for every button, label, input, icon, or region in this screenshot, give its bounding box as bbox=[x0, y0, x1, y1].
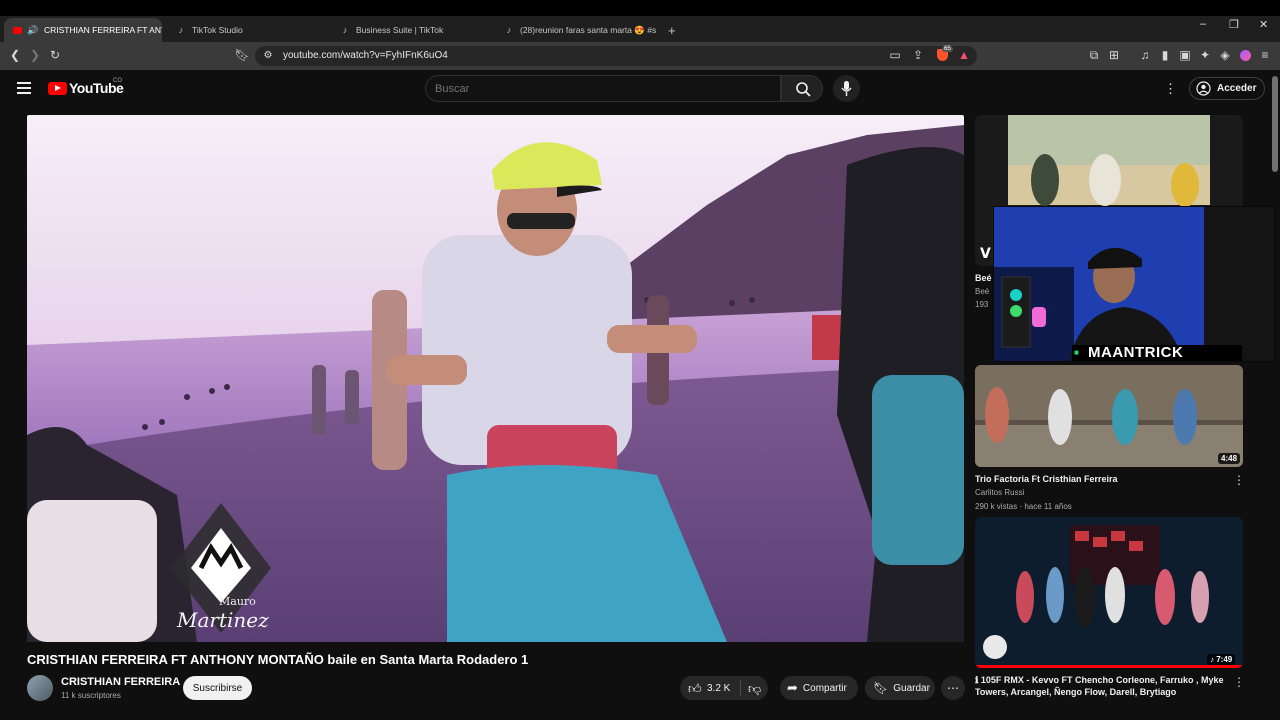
tab-tiktok-video[interactable]: ♪ (28)reunion faras santa marta 😍 #sa bbox=[496, 18, 656, 42]
like-count[interactable]: 3.2 K bbox=[707, 683, 730, 694]
more-icon: ⋯ bbox=[947, 681, 959, 695]
extensions-icon[interactable]: ⧉ bbox=[1086, 47, 1102, 63]
back-icon[interactable]: ❮ bbox=[7, 47, 23, 63]
bookmark-icon[interactable]: 🔖︎ bbox=[234, 47, 250, 63]
profile-icon[interactable] bbox=[1237, 47, 1253, 63]
channel-name[interactable]: CRISTHIAN FERREIRA bbox=[61, 676, 180, 688]
search-input[interactable] bbox=[425, 75, 781, 102]
thumb-image bbox=[975, 365, 1243, 467]
streamer-name: MAANTRICK bbox=[1088, 344, 1184, 361]
reload-icon[interactable]: ↻ bbox=[47, 47, 63, 63]
tab-label: Business Suite | TikTok bbox=[356, 25, 444, 35]
like-icon[interactable]: 👍︎ bbox=[688, 681, 702, 697]
cast-icon[interactable]: ▭ bbox=[887, 47, 903, 63]
browser-tab-bar: 🔊 CRISTHIAN FERREIRA FT ANT × ♪ TikTok S… bbox=[0, 16, 1280, 42]
tab-youtube[interactable]: 🔊 CRISTHIAN FERREIRA FT ANT × bbox=[4, 18, 162, 42]
webcam-overlay: ■ MAANTRICK bbox=[993, 206, 1275, 362]
sidebar-meta-1: 193 bbox=[975, 300, 989, 309]
duration-badge: 4:48 bbox=[1218, 453, 1241, 464]
tab-label: (28)reunion faras santa marta 😍 #sa bbox=[520, 24, 656, 35]
dislike-icon[interactable]: 👎︎ bbox=[748, 681, 761, 697]
site-settings-icon[interactable]: ⚙ bbox=[260, 47, 276, 63]
share-button[interactable]: ➦ Compartir bbox=[780, 676, 858, 700]
restore-icon[interactable]: ❐ bbox=[1229, 18, 1239, 31]
sign-in-button[interactable]: Acceder bbox=[1189, 77, 1265, 100]
sidebar-more-icon[interactable]: ⋮ bbox=[1233, 473, 1245, 487]
country-code: CO bbox=[113, 78, 122, 84]
save-button[interactable]: 🔖︎ Guardar bbox=[865, 676, 935, 700]
sidebar-title-2[interactable]: Trio Factoria Ft Cristhian Ferreira bbox=[975, 473, 1118, 485]
video-frame: Mauro Martinez bbox=[27, 115, 964, 642]
settings-menu-icon[interactable]: ⋮ bbox=[1164, 81, 1177, 97]
microphone-icon bbox=[841, 81, 852, 96]
like-dislike-group: 👍︎ 3.2 K 👎︎ bbox=[680, 676, 768, 700]
translate-icon[interactable]: ⊞ bbox=[1106, 47, 1122, 63]
shield-count-badge: 65 bbox=[942, 46, 953, 52]
share-icon: ➦ bbox=[787, 680, 798, 695]
svg-text:V: V bbox=[980, 246, 991, 262]
tiktok-favicon-icon: ♪ bbox=[342, 25, 348, 35]
tab-label: TikTok Studio bbox=[192, 25, 243, 35]
account-icon bbox=[1196, 81, 1211, 96]
video-title: CRISTHIAN FERREIRA FT ANTHONY MONTAÑO ba… bbox=[27, 652, 529, 667]
duration-badge: ♪ 7:49 bbox=[1207, 654, 1236, 665]
sidebar-more-icon[interactable]: ⋮ bbox=[1233, 675, 1245, 689]
like-divider bbox=[740, 680, 741, 696]
vpn-icon[interactable]: ◈ bbox=[1217, 47, 1233, 63]
sidebar-meta-2: 290 k vistas · hace 11 años bbox=[975, 502, 1072, 511]
sidebar-thumb-3[interactable]: ♪ 7:49 bbox=[975, 517, 1243, 668]
webcam-image bbox=[994, 207, 1274, 361]
save-label: Guardar bbox=[893, 682, 930, 694]
tab-tiktok-studio[interactable]: ♪ TikTok Studio bbox=[168, 18, 328, 42]
youtube-favicon-icon bbox=[12, 25, 22, 35]
new-tab-button[interactable]: + bbox=[660, 18, 680, 42]
leo-ai-icon[interactable]: ✦ bbox=[1197, 47, 1213, 63]
sidebar-thumb-2[interactable]: 4:48 bbox=[975, 365, 1243, 467]
sidebar-channel-1[interactable]: Beé bbox=[975, 287, 989, 296]
more-actions-button[interactable]: ⋯ bbox=[941, 676, 965, 700]
subscribe-button[interactable]: Suscribirse bbox=[183, 676, 252, 700]
tab-label: CRISTHIAN FERREIRA FT ANT bbox=[44, 25, 162, 35]
subscriber-count: 11 k suscriptores bbox=[61, 691, 121, 700]
watermark-line2: Martinez bbox=[176, 608, 269, 632]
sidebar-title-1[interactable]: Beé bbox=[975, 272, 992, 284]
audio-icon: 🔊 bbox=[27, 24, 39, 35]
thumb-image bbox=[975, 517, 1243, 668]
sidebar-title-3[interactable]: ℹ 105F RMX - Kevvo FT Chencho Corleone, … bbox=[975, 674, 1230, 698]
voice-search-button[interactable] bbox=[833, 75, 860, 102]
browser-top-strip bbox=[0, 0, 1280, 16]
browser-menu-icon[interactable]: ≡ bbox=[1257, 47, 1273, 63]
watermark-line1: Mauro bbox=[219, 595, 256, 608]
tiktok-favicon-icon: ♪ bbox=[178, 25, 184, 35]
share-label: Compartir bbox=[802, 682, 847, 694]
wallet-icon[interactable]: ▣ bbox=[1177, 47, 1193, 63]
save-icon: 🔖︎ bbox=[873, 681, 889, 695]
rewards-icon[interactable]: ▲ bbox=[956, 47, 972, 63]
page-scrollbar[interactable] bbox=[1272, 76, 1278, 172]
hamburger-menu-icon[interactable] bbox=[17, 82, 31, 94]
youtube-play-icon bbox=[55, 85, 61, 91]
sign-in-label: Acceder bbox=[1217, 83, 1257, 94]
video-player[interactable]: Mauro Martinez bbox=[27, 115, 964, 642]
forward-icon[interactable]: ❯ bbox=[27, 47, 43, 63]
sidebar-toggle-icon[interactable]: ▮ bbox=[1157, 47, 1173, 63]
search-icon bbox=[796, 82, 811, 97]
url-text[interactable]: youtube.com/watch?v=FyhIFnK6uO4 bbox=[283, 50, 448, 61]
tab-business-suite[interactable]: ♪ Business Suite | TikTok bbox=[332, 18, 492, 42]
media-icon[interactable]: ♫ bbox=[1137, 47, 1153, 63]
window-close-icon[interactable]: ✕ bbox=[1259, 18, 1268, 31]
share-page-icon[interactable]: ⇪ bbox=[910, 47, 926, 63]
channel-avatar[interactable] bbox=[27, 675, 53, 701]
search-button[interactable] bbox=[781, 75, 823, 102]
new-tab-label: + bbox=[668, 22, 676, 38]
sidebar-channel-2[interactable]: Carlitos Russi bbox=[975, 488, 1024, 497]
tiktok-favicon-icon: ♪ bbox=[506, 25, 512, 35]
minimize-icon[interactable]: – bbox=[1200, 18, 1206, 30]
nameplate-icon: ■ bbox=[1074, 348, 1079, 357]
